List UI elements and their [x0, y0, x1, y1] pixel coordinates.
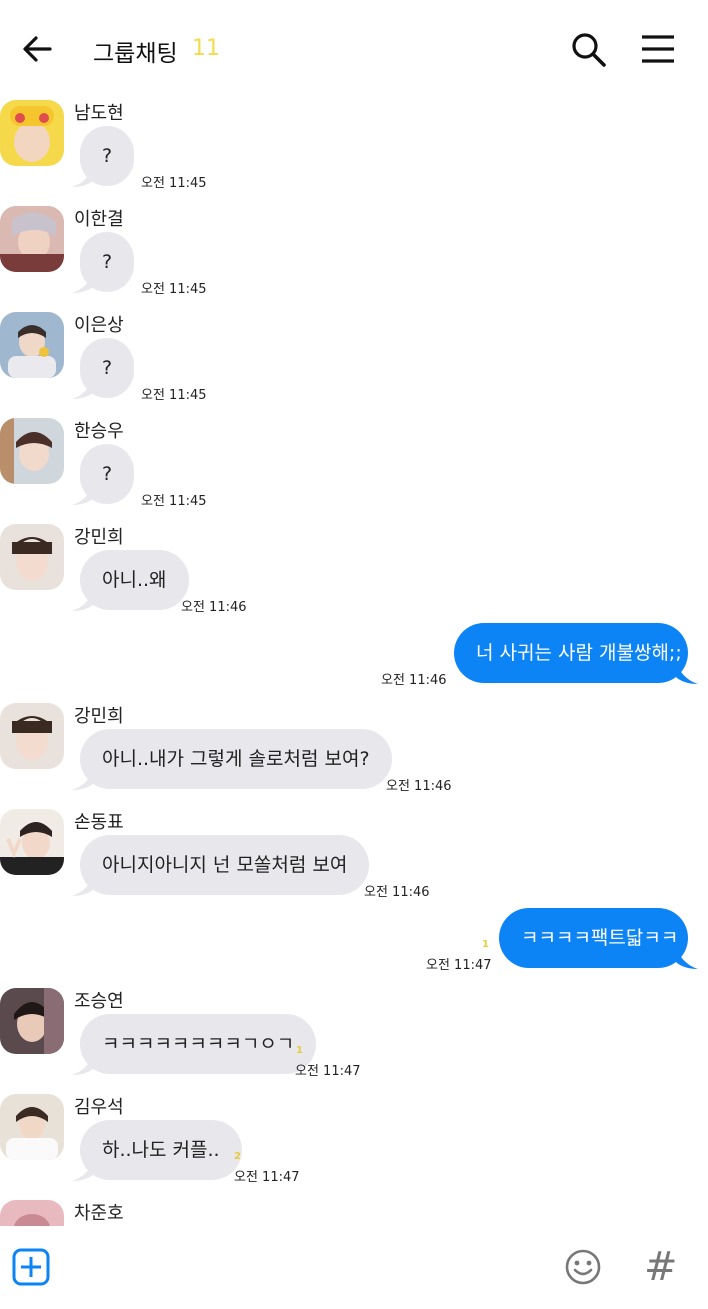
bubble-tail [676, 948, 698, 969]
message-bubble[interactable]: 아니..내가 그렇게 솔로처럼 보여? [80, 729, 392, 789]
add-attachment-icon[interactable] [12, 1248, 50, 1286]
sender-name: 이은상 [74, 315, 124, 336]
message-bubble[interactable]: 아니지아니지 넌 모쏠처럼 보여 [80, 835, 370, 895]
sender-name: 조승연 [74, 991, 124, 1012]
avatar[interactable] [0, 988, 64, 1054]
avatar[interactable] [0, 809, 64, 875]
message-time: 오전 11:46 [364, 885, 430, 900]
message-bubble[interactable]: ? [80, 338, 135, 398]
message-bubble[interactable]: ㅋㅋㅋㅋㅋㅋㅋㅋㄱㅇㄱ [80, 1014, 317, 1074]
message-time: 오전 11:47 [234, 1170, 300, 1185]
message-time: 오전 11:45 [141, 494, 207, 509]
avatar[interactable] [0, 1200, 64, 1226]
message-bubble[interactable]: 너 사귀는 사람 개불쌍해;; [454, 623, 688, 683]
message-bubble[interactable]: ? [80, 232, 135, 292]
sender-name: 손동표 [74, 812, 124, 833]
avatar[interactable] [0, 418, 64, 484]
sender-name: 이한결 [74, 209, 124, 230]
sender-name: 강민희 [74, 527, 124, 548]
unread-count: 1 [296, 1045, 303, 1056]
message-time: 오전 11:45 [141, 388, 207, 403]
back-arrow-icon[interactable] [20, 31, 56, 67]
message-time: 오전 11:45 [141, 282, 207, 297]
input-toolbar: # [0, 1226, 708, 1309]
avatar[interactable] [0, 312, 64, 378]
message-bubble[interactable]: ? [80, 444, 135, 504]
unread-count: 2 [234, 1151, 241, 1162]
avatar[interactable] [0, 703, 64, 769]
message-time: 오전 11:46 [381, 673, 447, 688]
message-time: 오전 11:47 [295, 1064, 361, 1079]
member-count: 11 [192, 36, 220, 61]
search-icon[interactable] [570, 31, 608, 69]
message-bubble[interactable]: ㅋㅋㅋㅋ팩트닯ㅋㅋ [499, 908, 688, 968]
unread-count: 1 [482, 939, 489, 950]
avatar[interactable] [0, 100, 64, 166]
chat-header: 그룹채팅 11 [0, 0, 708, 98]
avatar[interactable] [0, 206, 64, 272]
message-time: 오전 11:46 [181, 600, 247, 615]
sender-name: 김우석 [74, 1097, 124, 1118]
bubble-tail [676, 663, 698, 684]
hashtag-icon[interactable]: # [644, 1244, 678, 1290]
sender-name: 차준호 [74, 1203, 124, 1224]
message-bubble[interactable]: 하..나도 커플.. [80, 1120, 242, 1180]
emoji-icon[interactable] [564, 1248, 602, 1286]
sender-name: 남도현 [74, 103, 124, 124]
message-bubble[interactable]: 아니..왜 [80, 550, 189, 610]
avatar[interactable] [0, 524, 64, 590]
sender-name: 한승우 [74, 421, 124, 442]
message-time: 오전 11:47 [426, 958, 492, 973]
avatar[interactable] [0, 1094, 64, 1160]
menu-icon[interactable] [640, 33, 676, 65]
message-time: 오전 11:45 [141, 176, 207, 191]
message-time: 오전 11:46 [386, 779, 452, 794]
sender-name: 강민희 [74, 706, 124, 727]
message-bubble[interactable]: ? [80, 126, 135, 186]
chat-title: 그룹채팅 [93, 41, 178, 67]
